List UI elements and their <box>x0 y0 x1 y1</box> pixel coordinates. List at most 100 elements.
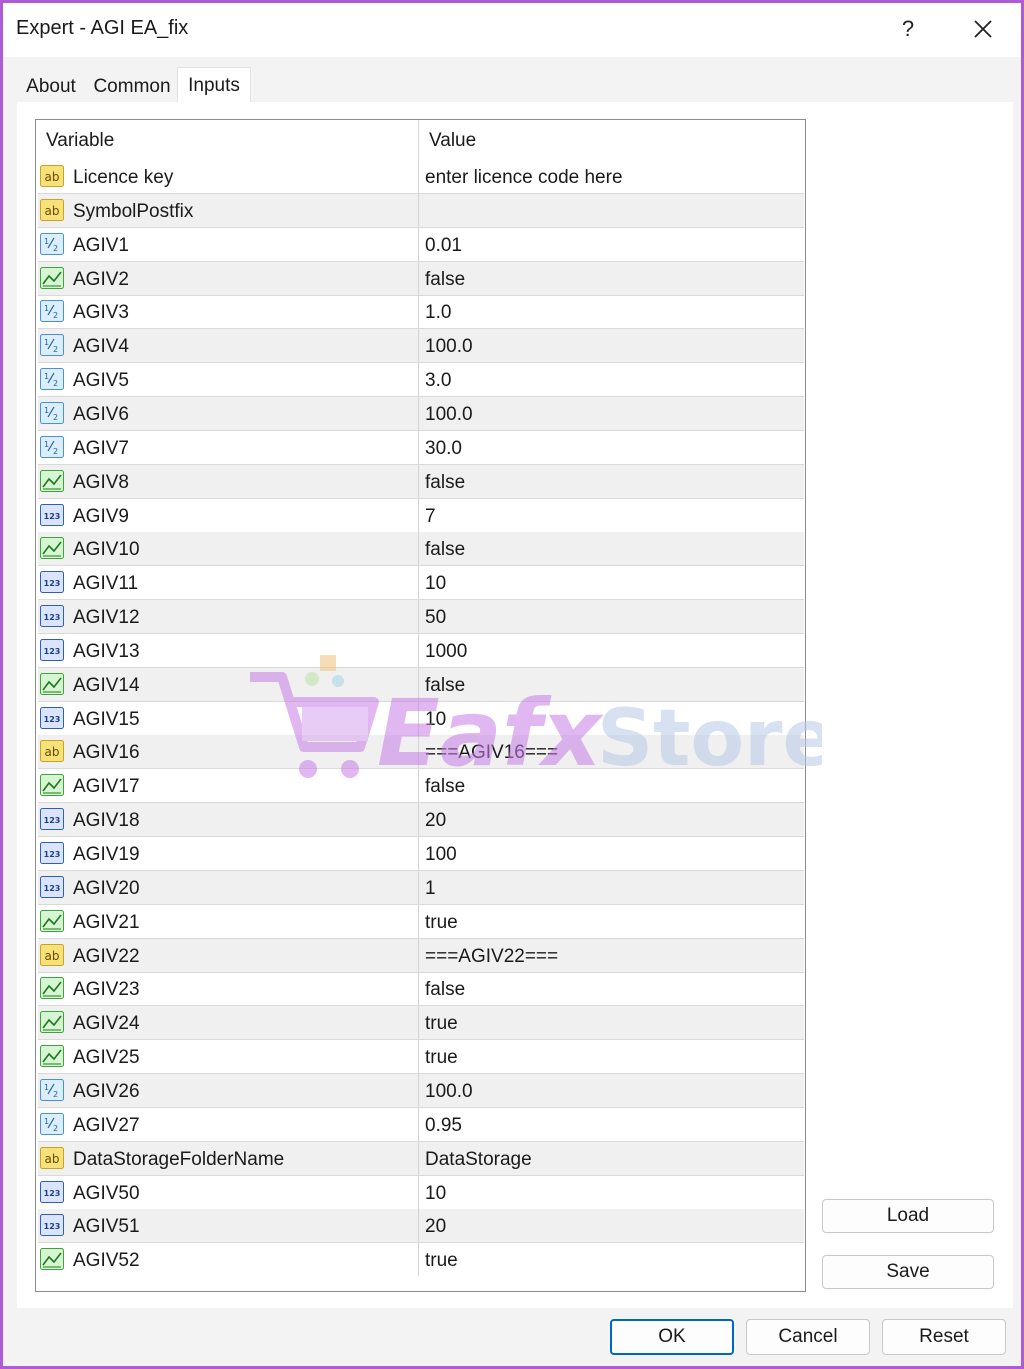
value-cell[interactable]: DataStorage <box>418 1141 804 1175</box>
value-cell[interactable]: false <box>418 667 804 701</box>
table-row[interactable]: AGIV24 true <box>38 1006 804 1041</box>
value-cell[interactable] <box>418 193 804 227</box>
table-row[interactable]: 1 2 AGIV5 3.0 <box>38 363 804 398</box>
variable-cell[interactable]: 123 AGIV9 <box>38 499 418 532</box>
value-cell[interactable]: 100.0 <box>418 329 804 363</box>
value-cell[interactable]: 100.0 <box>418 396 804 430</box>
variable-cell[interactable]: ab AGIV16 <box>38 735 418 768</box>
table-row[interactable]: AGIV21 true <box>38 904 804 939</box>
table-row[interactable]: 123 AGIV9 7 <box>38 498 804 533</box>
table-row[interactable]: 123 AGIV19 100 <box>38 837 804 871</box>
value-cell[interactable]: 1 <box>418 870 804 904</box>
variable-cell[interactable]: AGIV14 <box>38 668 418 701</box>
table-row[interactable]: 1 2 AGIV6 100.0 <box>38 396 804 431</box>
value-cell[interactable]: 100 <box>418 837 804 870</box>
value-cell[interactable]: 0.95 <box>418 1107 804 1141</box>
load-button[interactable]: Load <box>822 1199 994 1233</box>
table-row[interactable]: 123 AGIV18 20 <box>38 803 804 838</box>
table-row[interactable]: ab SymbolPostfix <box>38 193 804 228</box>
variable-cell[interactable]: AGIV23 <box>38 972 418 1005</box>
variable-cell[interactable]: ab DataStorageFolderName <box>38 1142 418 1175</box>
table-row[interactable]: ab DataStorageFolderName DataStorage <box>38 1141 804 1176</box>
table-row[interactable]: 1 2 AGIV27 0.95 <box>38 1107 804 1142</box>
variable-cell[interactable]: 1 2 AGIV6 <box>38 397 418 430</box>
table-row[interactable]: 123 AGIV12 50 <box>38 600 804 635</box>
variable-cell[interactable]: ab Licence key <box>38 160 418 193</box>
value-cell[interactable]: 10 <box>418 566 804 600</box>
table-row[interactable]: 1 2 AGIV26 100.0 <box>38 1073 804 1108</box>
variable-cell[interactable]: 1 2 AGIV3 <box>38 295 418 328</box>
close-button[interactable] <box>958 7 1008 51</box>
variable-cell[interactable]: ab SymbolPostfix <box>38 194 418 227</box>
table-row[interactable]: ab AGIV22 ===AGIV22=== <box>38 938 804 973</box>
variable-cell[interactable]: 1 2 AGIV26 <box>38 1074 418 1107</box>
table-row[interactable]: AGIV17 false <box>38 769 804 804</box>
table-row[interactable]: AGIV8 false <box>38 464 804 499</box>
variable-cell[interactable]: 1 2 AGIV4 <box>38 329 418 362</box>
table-row[interactable]: AGIV2 false <box>38 261 804 296</box>
help-button[interactable]: ? <box>883 7 933 51</box>
variable-cell[interactable]: AGIV52 <box>38 1243 418 1276</box>
variable-cell[interactable]: AGIV10 <box>38 532 418 565</box>
value-cell[interactable]: ===AGIV22=== <box>418 938 804 972</box>
variable-cell[interactable]: 123 AGIV20 <box>38 871 418 904</box>
table-row[interactable]: ab Licence key enter licence code here <box>38 160 804 194</box>
variable-cell[interactable]: ab AGIV22 <box>38 939 418 972</box>
value-cell[interactable]: 50 <box>418 600 804 634</box>
value-cell[interactable]: 1000 <box>418 633 804 667</box>
variable-cell[interactable]: AGIV8 <box>38 465 418 498</box>
variable-cell[interactable]: 1 2 AGIV5 <box>38 363 418 396</box>
save-button[interactable]: Save <box>822 1255 994 1289</box>
table-row[interactable]: 1 2 AGIV3 1.0 <box>38 295 804 330</box>
variable-cell[interactable]: 1 2 AGIV27 <box>38 1108 418 1141</box>
variable-cell[interactable]: 1 2 AGIV7 <box>38 431 418 464</box>
table-row[interactable]: 123 AGIV15 10 <box>38 701 804 736</box>
variable-cell[interactable]: 123 AGIV11 <box>38 566 418 599</box>
value-cell[interactable]: true <box>418 904 804 938</box>
value-cell[interactable]: ===AGIV16=== <box>418 735 804 769</box>
table-row[interactable]: 123 AGIV20 1 <box>38 870 804 905</box>
table-row[interactable]: 1 2 AGIV1 0.01 <box>38 227 804 262</box>
value-cell[interactable]: 10 <box>418 701 804 735</box>
table-row[interactable]: 1 2 AGIV7 30.0 <box>38 430 804 465</box>
column-header-variable[interactable]: Variable <box>36 120 418 160</box>
variable-cell[interactable]: 1 2 AGIV1 <box>38 228 418 261</box>
value-cell[interactable]: 20 <box>418 1209 804 1243</box>
variable-cell[interactable]: AGIV25 <box>38 1040 418 1073</box>
table-row[interactable]: 123 AGIV51 20 <box>38 1209 804 1244</box>
value-cell[interactable]: 20 <box>418 803 804 837</box>
tab-common[interactable]: Common <box>87 71 177 103</box>
variable-cell[interactable]: 123 AGIV15 <box>38 702 418 735</box>
variable-cell[interactable]: AGIV24 <box>38 1006 418 1039</box>
value-cell[interactable]: 3.0 <box>418 363 804 397</box>
value-cell[interactable]: 10 <box>418 1175 804 1209</box>
value-cell[interactable]: false <box>418 464 804 498</box>
value-cell[interactable]: 7 <box>418 498 804 532</box>
variable-cell[interactable]: 123 AGIV13 <box>38 634 418 667</box>
variable-cell[interactable]: AGIV2 <box>38 262 418 295</box>
value-cell[interactable]: 100.0 <box>418 1073 804 1107</box>
value-cell[interactable]: 30.0 <box>418 430 804 464</box>
variable-cell[interactable]: 123 AGIV18 <box>38 803 418 836</box>
table-row[interactable]: 123 AGIV13 1000 <box>38 633 804 668</box>
cancel-button[interactable]: Cancel <box>746 1319 870 1355</box>
value-cell[interactable]: false <box>418 532 804 566</box>
value-cell[interactable]: 1.0 <box>418 295 804 329</box>
value-cell[interactable]: false <box>418 769 804 803</box>
tab-inputs[interactable]: Inputs <box>177 67 251 104</box>
ok-button[interactable]: OK <box>610 1319 734 1355</box>
variable-cell[interactable]: 123 AGIV50 <box>38 1176 418 1209</box>
table-row[interactable]: AGIV52 true <box>38 1243 804 1278</box>
value-cell[interactable]: enter licence code here <box>418 160 804 193</box>
table-row[interactable]: AGIV23 false <box>38 972 804 1007</box>
reset-button[interactable]: Reset <box>882 1319 1006 1355</box>
column-header-value[interactable]: Value <box>419 120 805 160</box>
table-row[interactable]: ab AGIV16 ===AGIV16=== <box>38 735 804 770</box>
table-row[interactable]: 1 2 AGIV4 100.0 <box>38 329 804 364</box>
variable-cell[interactable]: AGIV17 <box>38 769 418 802</box>
value-cell[interactable]: 0.01 <box>418 227 804 261</box>
variable-cell[interactable]: AGIV21 <box>38 905 418 938</box>
value-cell[interactable]: true <box>418 1006 804 1040</box>
table-row[interactable]: AGIV14 false <box>38 667 804 702</box>
table-row[interactable]: AGIV25 true <box>38 1040 804 1075</box>
